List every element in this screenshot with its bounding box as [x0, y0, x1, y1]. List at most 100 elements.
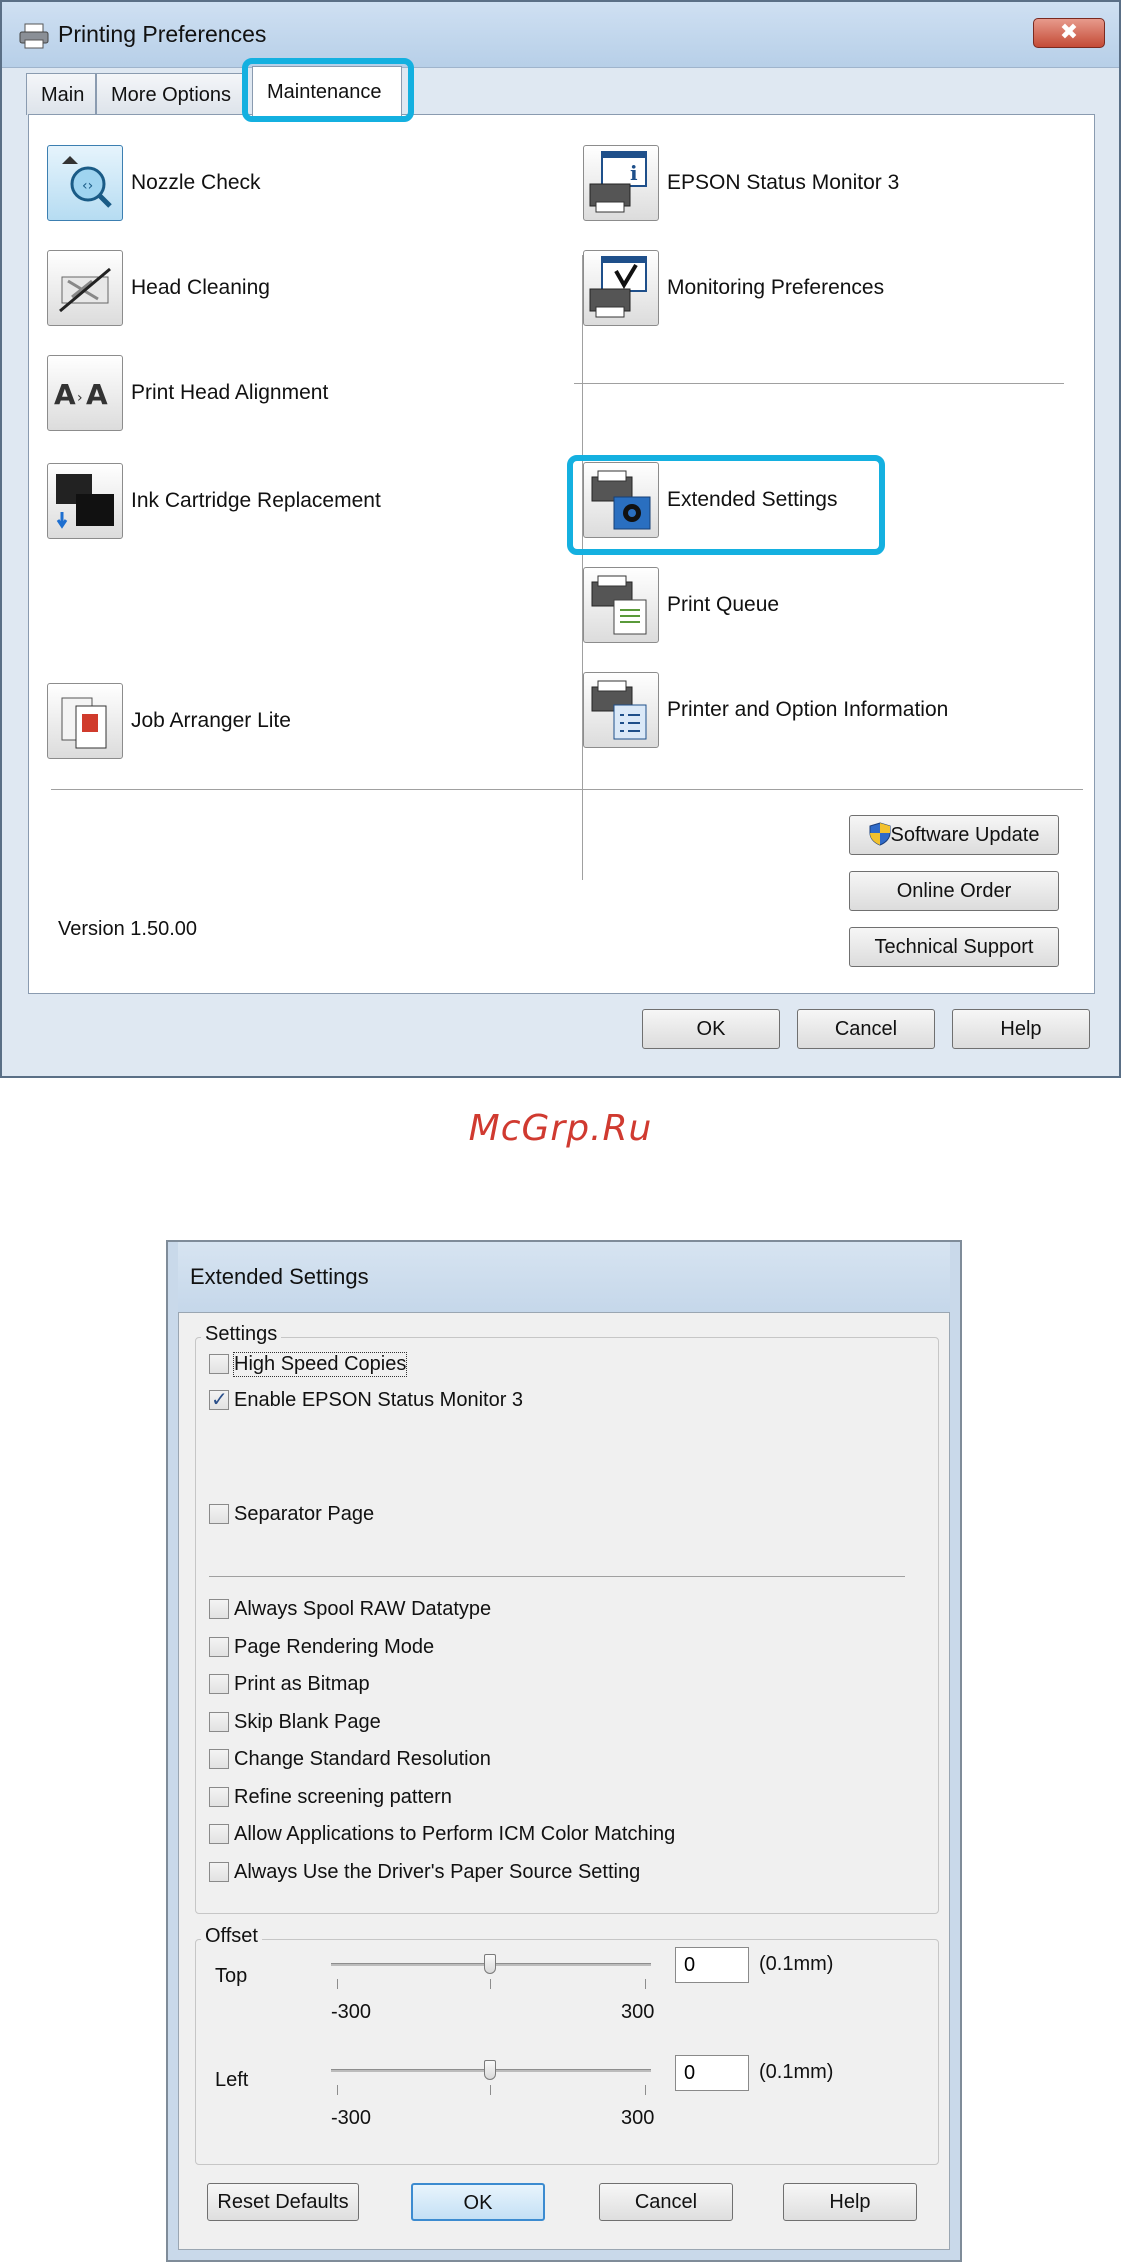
bottom-divider [51, 789, 1083, 790]
monitoring-preferences-label: Monitoring Preferences [667, 276, 885, 299]
tick [490, 1979, 491, 1989]
left-min-label: -300 [331, 2107, 372, 2129]
job-arranger-icon [47, 683, 123, 759]
head-alignment-icon: A › A [47, 355, 123, 431]
nozzle-check-item[interactable]: ‹› Nozzle Check [47, 145, 261, 221]
high-speed-copies-label: High Speed Copies [232, 1351, 408, 1377]
extended-settings-icon [583, 462, 659, 538]
tab-main[interactable]: Main [26, 73, 96, 115]
checkbox-box [209, 1749, 229, 1769]
enable-status-monitor-checkbox[interactable]: Enable EPSON Status Monitor 3 [209, 1387, 523, 1413]
top-slider-thumb[interactable] [484, 1954, 496, 1974]
left-label: Left [215, 2069, 249, 2091]
job-arranger-lite-label: Job Arranger Lite [131, 709, 291, 732]
page-rendering-mode-checkbox[interactable]: Page Rendering Mode [209, 1634, 434, 1660]
checkbox-box [209, 1712, 229, 1732]
skip-blank-page-label: Skip Blank Page [234, 1710, 381, 1733]
software-update-button[interactable]: Software Update [849, 815, 1059, 855]
high-speed-copies-checkbox[interactable]: High Speed Copies [209, 1351, 408, 1377]
help-button[interactable]: Help [783, 2183, 917, 2221]
cancel-button[interactable]: Cancel [797, 1009, 935, 1049]
driver-paper-source-checkbox[interactable]: Always Use the Driver's Paper Source Set… [209, 1859, 640, 1885]
icm-color-matching-label: Allow Applications to Perform ICM Color … [234, 1822, 676, 1845]
print-head-alignment-label: Print Head Alignment [131, 381, 329, 404]
checkbox-box [209, 1824, 229, 1844]
left-unit-label: (0.1mm) [759, 2061, 834, 2083]
technical-support-button[interactable]: Technical Support [849, 927, 1059, 967]
top-unit-label: (0.1mm) [759, 1953, 834, 1975]
printing-preferences-window: Printing Preferences ✖ Main More Options… [0, 0, 1121, 1078]
left-max-label: 300 [621, 2107, 655, 2129]
help-button[interactable]: Help [952, 1009, 1090, 1049]
dialog-client: Settings High Speed Copies Enable EPSON … [178, 1312, 950, 2250]
always-spool-raw-checkbox[interactable]: Always Spool RAW Datatype [209, 1596, 491, 1622]
always-spool-raw-label: Always Spool RAW Datatype [234, 1597, 492, 1620]
separator-page-checkbox[interactable]: Separator Page [209, 1501, 374, 1527]
watermark-text: McGrp.Ru [468, 1108, 653, 1149]
printer-information-icon [583, 672, 659, 748]
checkbox-box [209, 1599, 229, 1619]
refine-screening-pattern-label: Refine screening pattern [234, 1785, 452, 1808]
offset-group-title: Offset [201, 1925, 262, 1948]
tick [337, 1979, 338, 1989]
svg-text:i: i [630, 161, 638, 185]
shield-icon [869, 822, 890, 846]
nozzle-check-icon: ‹› [47, 145, 123, 221]
tab-maintenance[interactable]: Maintenance [252, 66, 402, 116]
top-max-label: 300 [621, 2001, 655, 2023]
icm-color-matching-checkbox[interactable]: Allow Applications to Perform ICM Color … [209, 1821, 675, 1847]
reset-defaults-button[interactable]: Reset Defaults [207, 2183, 359, 2221]
extended-settings-item[interactable]: Extended Settings [583, 462, 837, 538]
close-button[interactable]: ✖ [1033, 18, 1105, 48]
cancel-button[interactable]: Cancel [599, 2183, 733, 2221]
checkbox-box [209, 1862, 229, 1882]
change-standard-resolution-label: Change Standard Resolution [234, 1747, 491, 1770]
nozzle-check-label: Nozzle Check [131, 171, 261, 194]
skip-blank-page-checkbox[interactable]: Skip Blank Page [209, 1709, 381, 1735]
software-update-label: Software Update [890, 824, 1040, 846]
job-arranger-lite-item[interactable]: Job Arranger Lite [47, 683, 291, 759]
print-queue-item[interactable]: Print Queue [583, 567, 779, 643]
print-queue-icon [583, 567, 659, 643]
tab-more-options[interactable]: More Options [96, 73, 246, 115]
ink-cartridge-replacement-label: Ink Cartridge Replacement [131, 489, 381, 512]
frame-bottom [168, 2250, 960, 2260]
change-standard-resolution-checkbox[interactable]: Change Standard Resolution [209, 1746, 491, 1772]
printer-icon [19, 23, 49, 49]
ink-cartridge-replacement-item[interactable]: Ink Cartridge Replacement [47, 463, 381, 539]
printer-and-option-information-item[interactable]: Printer and Option Information [583, 672, 948, 748]
svg-text:›: › [77, 390, 83, 406]
page-rendering-mode-label: Page Rendering Mode [234, 1635, 435, 1658]
driver-paper-source-label: Always Use the Driver's Paper Source Set… [234, 1860, 641, 1883]
tick [645, 2085, 646, 2095]
frame-left [168, 1242, 178, 2260]
left-slider-thumb[interactable] [484, 2060, 496, 2080]
tick [337, 2085, 338, 2095]
epson-status-monitor-item[interactable]: i EPSON Status Monitor 3 [583, 145, 899, 221]
head-cleaning-label: Head Cleaning [131, 276, 270, 299]
extended-settings-label: Extended Settings [667, 488, 838, 511]
settings-divider [209, 1576, 905, 1577]
monitoring-preferences-item[interactable]: Monitoring Preferences [583, 250, 884, 326]
head-cleaning-item[interactable]: Head Cleaning [47, 250, 270, 326]
top-label: Top [215, 1965, 248, 1987]
checkbox-box [209, 1354, 229, 1374]
ok-button[interactable]: OK [642, 1009, 780, 1049]
refine-screening-pattern-checkbox[interactable]: Refine screening pattern [209, 1784, 452, 1810]
checkbox-box [209, 1674, 229, 1694]
svg-text:A: A [86, 378, 108, 411]
online-order-button[interactable]: Online Order [849, 871, 1059, 911]
maintenance-panel: ‹› Nozzle Check Head Cleaning A › A Prin… [28, 114, 1095, 994]
checkbox-box [209, 1504, 229, 1524]
checkbox-box [209, 1637, 229, 1657]
left-offset-input[interactable] [675, 2055, 749, 2091]
print-queue-label: Print Queue [667, 593, 780, 616]
top-min-label: -300 [331, 2001, 372, 2023]
enable-status-monitor-label: Enable EPSON Status Monitor 3 [234, 1388, 524, 1411]
status-monitor-icon: i [583, 145, 659, 221]
print-head-alignment-item[interactable]: A › A Print Head Alignment [47, 355, 328, 431]
ok-button[interactable]: OK [411, 2183, 545, 2221]
top-offset-input[interactable] [675, 1947, 749, 1983]
print-as-bitmap-checkbox[interactable]: Print as Bitmap [209, 1671, 370, 1697]
monitoring-preferences-icon [583, 250, 659, 326]
